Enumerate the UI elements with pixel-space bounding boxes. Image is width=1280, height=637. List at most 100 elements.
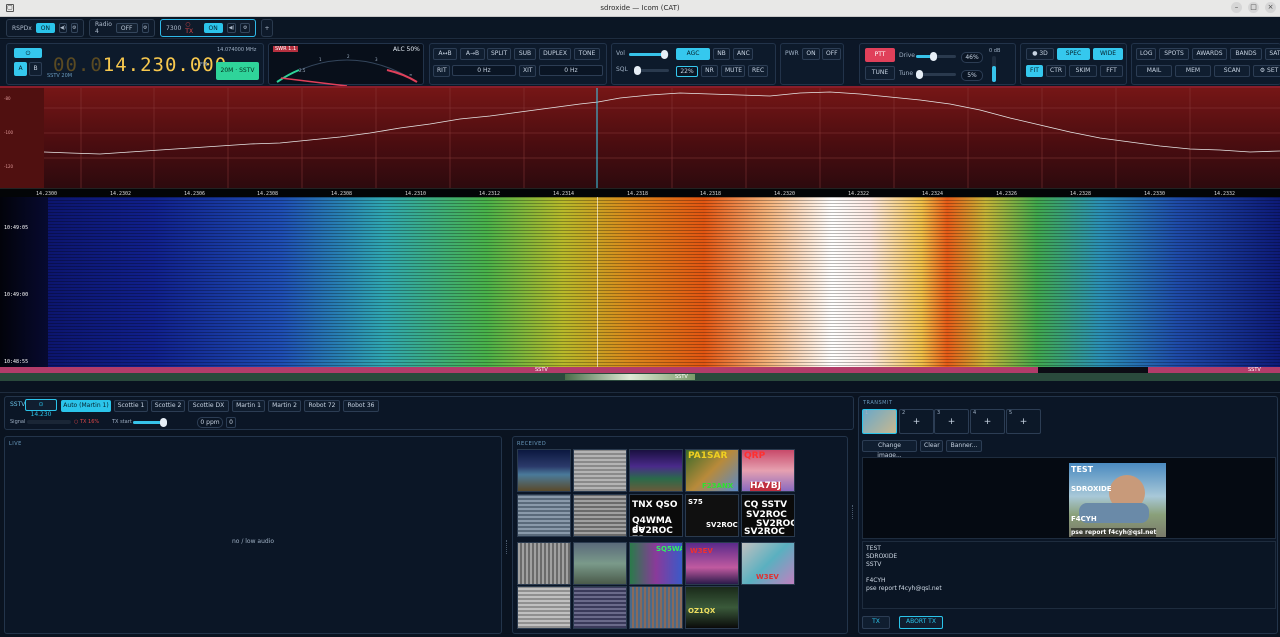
received-image[interactable]: [517, 494, 571, 537]
tone-button[interactable]: TONE: [574, 48, 600, 60]
received-image[interactable]: [573, 449, 627, 492]
sstv-freq-badge[interactable]: ⊙ 14.230: [25, 399, 57, 418]
a-to-b-button[interactable]: A→B: [460, 48, 485, 60]
waterfall-display[interactable]: 10:49:05 10:49:00 10:48:55: [0, 197, 1280, 367]
mode-scottie-dx[interactable]: Scottie DX: [188, 400, 229, 412]
received-image[interactable]: S75 SV2ROC: [685, 494, 739, 537]
ppm-field[interactable]: 0 ppm: [197, 417, 223, 428]
anc-button[interactable]: ANC: [733, 48, 753, 60]
tx-slot-3[interactable]: 3 +: [934, 409, 969, 434]
panel-splitter[interactable]: [852, 505, 854, 519]
nr-button[interactable]: NR: [701, 65, 718, 77]
7300-power-toggle[interactable]: ON: [203, 23, 223, 33]
rit-offset-field[interactable]: 0 Hz: [452, 65, 516, 76]
received-image[interactable]: TNX QSO Q4WMA de SV2ROC 73: [629, 494, 683, 537]
close-icon[interactable]: ×: [1265, 2, 1276, 13]
mem-button[interactable]: MEM: [1175, 65, 1211, 77]
abort-tx-button[interactable]: ABORT TX: [899, 616, 943, 629]
mute-button[interactable]: MUTE: [721, 65, 745, 77]
tab-rspdx[interactable]: RSPDx ON ◀) ⚙: [6, 19, 84, 37]
tune-button[interactable]: TUNE: [865, 66, 895, 80]
received-image[interactable]: [517, 586, 571, 629]
vfo-a-button[interactable]: A: [14, 62, 27, 76]
tx-start-slider[interactable]: [133, 418, 167, 427]
ctr-button[interactable]: CTR: [1046, 65, 1066, 77]
xit-offset-field[interactable]: 0 Hz: [539, 65, 603, 76]
a-swap-b-button[interactable]: A↔B: [433, 48, 457, 60]
splitter[interactable]: [0, 381, 1280, 393]
bands-button[interactable]: BANDS: [1230, 48, 1262, 60]
received-image[interactable]: CQ SSTV SV2ROC SV2ROC SV2ROC: [741, 494, 795, 537]
awards-button[interactable]: AWARDS: [1192, 48, 1227, 60]
drive-slider[interactable]: [916, 52, 956, 61]
agc-button[interactable]: AGC Med: [676, 48, 710, 67]
spots-button[interactable]: SPOTS: [1159, 48, 1189, 60]
nb-button[interactable]: NB: [713, 48, 730, 60]
mail-button[interactable]: MAIL: [1136, 65, 1172, 77]
maximize-icon[interactable]: □: [1248, 2, 1259, 13]
scan-button[interactable]: SCAN: [1214, 65, 1250, 77]
wide-button[interactable]: WIDE: [1093, 48, 1123, 60]
speaker-icon[interactable]: ◀): [59, 23, 67, 33]
sub-button[interactable]: SUB: [514, 48, 536, 60]
log-button[interactable]: LOG: [1136, 48, 1156, 60]
tx-slot-2[interactable]: 2 +: [899, 409, 934, 434]
received-image[interactable]: [517, 542, 571, 585]
rec-button[interactable]: REC: [748, 65, 768, 77]
settings-icon[interactable]: ⚙: [141, 23, 149, 33]
radio4-power-toggle[interactable]: OFF: [115, 23, 138, 33]
fit-button[interactable]: FIT: [1026, 65, 1043, 77]
spectrum-display[interactable]: -80 -100 -120: [0, 88, 1280, 188]
settings-icon[interactable]: ⚙: [240, 23, 250, 33]
tx-slot-5[interactable]: 5 +: [1006, 409, 1041, 434]
minimize-icon[interactable]: –: [1231, 2, 1242, 13]
received-image[interactable]: [573, 494, 627, 537]
rit-button[interactable]: RIT: [433, 65, 450, 77]
fft-button[interactable]: FFT: [1100, 65, 1123, 77]
duplex-button[interactable]: DUPLEX: [539, 48, 571, 60]
change-image-button[interactable]: Change image...: [862, 440, 917, 459]
rspdx-power-toggle[interactable]: ON: [35, 23, 55, 33]
received-image[interactable]: [629, 449, 683, 492]
xit-button[interactable]: XIT: [519, 65, 536, 77]
squelch-slider[interactable]: [634, 66, 669, 75]
mode-martin1[interactable]: Martin 1: [232, 400, 265, 412]
sat-button[interactable]: SAT: [1265, 48, 1280, 60]
settings-icon[interactable]: ⚙: [70, 23, 78, 33]
mode-robot72[interactable]: Robot 72: [304, 400, 340, 412]
mode-auto[interactable]: Auto (Martin 1): [61, 400, 111, 412]
panel-splitter[interactable]: [506, 540, 508, 554]
tx-button[interactable]: TX: [862, 616, 890, 629]
clear-button[interactable]: Clear: [920, 440, 943, 452]
tune-slider[interactable]: [916, 70, 956, 79]
volume-slider[interactable]: [629, 50, 669, 59]
add-radio-tab-button[interactable]: +: [261, 19, 273, 37]
received-image[interactable]: [573, 586, 627, 629]
received-image[interactable]: SQ5WA: [629, 542, 683, 585]
speaker-icon[interactable]: ◀): [226, 23, 237, 33]
received-image[interactable]: W3EV: [685, 542, 739, 585]
tx-slot-4[interactable]: 4 +: [970, 409, 1005, 434]
banner-button[interactable]: Banner...: [946, 440, 982, 452]
skim-button[interactable]: SKIM: [1069, 65, 1097, 77]
tab-radio4[interactable]: Radio 4 OFF ⚙: [89, 19, 155, 37]
split-button[interactable]: SPLIT: [487, 48, 511, 60]
3d-button[interactable]: ● 3D: [1026, 48, 1054, 60]
band-mode-button[interactable]: 20M · SSTV: [216, 62, 259, 80]
mode-martin2[interactable]: Martin 2: [268, 400, 301, 412]
ppm-reset-button[interactable]: 0: [226, 417, 236, 428]
ptt-button[interactable]: PTT: [865, 48, 895, 62]
tx-text-editor[interactable]: TEST SDROXIDE SSTV F4CYH pse report f4cy…: [862, 541, 1276, 609]
tx-slot-1[interactable]: 1: [862, 409, 897, 434]
received-image[interactable]: [573, 542, 627, 585]
mode-robot36[interactable]: Robot 36: [343, 400, 379, 412]
received-image[interactable]: [517, 449, 571, 492]
received-image[interactable]: [629, 586, 683, 629]
received-image[interactable]: PA1SAR F23ANX: [685, 449, 739, 492]
mode-scottie1[interactable]: Scottie 1: [114, 400, 148, 412]
received-image[interactable]: QRP HA7BJ: [741, 449, 795, 492]
pwr-off-button[interactable]: OFF: [822, 48, 841, 60]
pwr-on-button[interactable]: ON: [802, 48, 820, 60]
spec-button[interactable]: SPEC: [1057, 48, 1090, 60]
settings-button[interactable]: ⚙ SET: [1253, 65, 1280, 77]
